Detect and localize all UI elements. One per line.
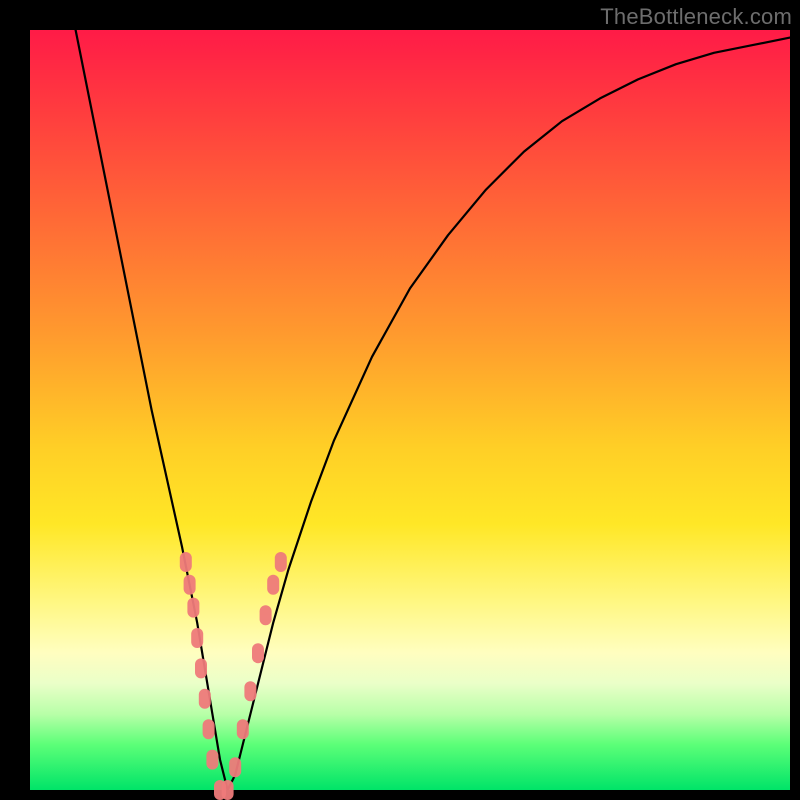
curve-line xyxy=(76,30,790,790)
plot-area xyxy=(30,30,790,790)
marker-points xyxy=(180,552,287,800)
curve-svg xyxy=(30,30,790,790)
watermark-text: TheBottleneck.com xyxy=(600,4,792,30)
chart-frame: TheBottleneck.com xyxy=(0,0,800,800)
